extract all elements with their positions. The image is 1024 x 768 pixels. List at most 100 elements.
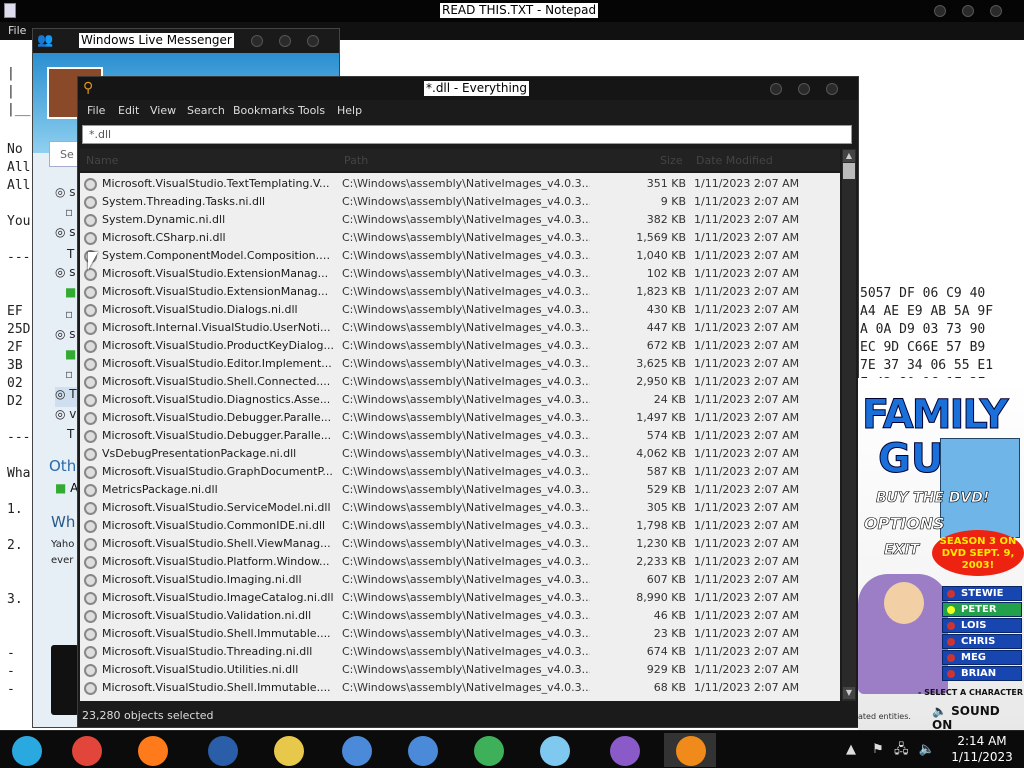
scroll-down-arrow-icon[interactable]: ▼ bbox=[843, 687, 855, 699]
list-item[interactable]: ▫ bbox=[55, 367, 77, 387]
setup-computer-taskbar-button[interactable] bbox=[396, 733, 448, 767]
table-row[interactable]: Microsoft.VisualStudio.TextTemplating.V.… bbox=[80, 175, 840, 193]
table-row[interactable]: MetricsPackage.ni.dll C:\Windows\assembly… bbox=[80, 481, 840, 499]
table-row[interactable]: Microsoft.VisualStudio.Debugger.Paralle.… bbox=[80, 409, 840, 427]
table-row[interactable]: Microsoft.VisualStudio.CommonIDE.ni.dll C… bbox=[80, 517, 840, 535]
table-row[interactable]: Microsoft.VisualStudio.Platform.Window..… bbox=[80, 553, 840, 571]
menu-bookmarks[interactable]: Bookmarks bbox=[233, 104, 294, 117]
table-row[interactable]: Microsoft.VisualStudio.ImageCatalog.ni.d… bbox=[80, 589, 840, 607]
volume-icon[interactable]: 🔈 bbox=[919, 742, 935, 757]
list-item[interactable]: ■ bbox=[55, 347, 77, 367]
scroll-up-arrow-icon[interactable]: ▲ bbox=[843, 150, 855, 162]
file-explorer-taskbar-button[interactable] bbox=[262, 733, 314, 767]
menu-tools[interactable]: Tools bbox=[298, 104, 325, 117]
column-name[interactable]: Name bbox=[86, 154, 118, 167]
everything-search-taskbar-button[interactable] bbox=[664, 733, 716, 767]
menu-help[interactable]: Help bbox=[337, 104, 362, 117]
minimize-button[interactable] bbox=[251, 35, 263, 47]
ad-buy-text[interactable]: BUY THE DVD! bbox=[876, 490, 990, 507]
obama-logo-taskbar-button[interactable] bbox=[196, 733, 248, 767]
list-item[interactable]: ■ bbox=[55, 285, 77, 307]
search-input[interactable]: Se bbox=[49, 141, 79, 167]
menu-file[interactable]: File bbox=[87, 104, 105, 117]
list-item[interactable]: ◎ s bbox=[55, 225, 77, 247]
list-item[interactable]: ▫ bbox=[55, 307, 77, 327]
show-hidden-icons-icon[interactable]: ▲ bbox=[846, 742, 856, 757]
table-row[interactable]: System.Dynamic.ni.dll C:\Windows\assembly… bbox=[80, 211, 840, 229]
table-row[interactable]: System.Threading.Tasks.ni.dll C:\Windows\… bbox=[80, 193, 840, 211]
notepad-taskbar-button[interactable] bbox=[528, 733, 580, 767]
table-row[interactable]: VsDebugPresentationPackage.ni.dll C:\Wind… bbox=[80, 445, 840, 463]
minimize-button[interactable] bbox=[934, 5, 946, 17]
table-row[interactable]: Microsoft.VisualStudio.Imaging.ni.dll C:\… bbox=[80, 571, 840, 589]
table-row[interactable]: Microsoft.Internal.VisualStudio.UserNoti… bbox=[80, 319, 840, 337]
table-row[interactable]: Microsoft.VisualStudio.Debugger.Paralle.… bbox=[80, 427, 840, 445]
character-lois[interactable]: LOIS bbox=[942, 618, 1022, 633]
family-guy-ad[interactable]: FAMILY GUY BUY THE DVD! OPTIONS EXIT SEA… bbox=[858, 378, 1024, 732]
family-guy-taskbar-button[interactable] bbox=[598, 733, 650, 767]
everything-titlebar[interactable]: ⚲ *.dll - Everything bbox=[78, 77, 858, 100]
notepad-titlebar[interactable]: READ THIS.TXT - Notepad bbox=[0, 0, 1024, 22]
list-item[interactable]: T bbox=[55, 427, 77, 447]
maximize-button[interactable] bbox=[798, 83, 810, 95]
menu-view[interactable]: View bbox=[150, 104, 176, 117]
list-item[interactable]: T bbox=[55, 247, 77, 265]
windows-start-taskbar-button[interactable] bbox=[0, 733, 52, 767]
table-row[interactable]: Microsoft.VisualStudio.Diagnostics.Asse.… bbox=[80, 391, 840, 409]
table-row[interactable]: Microsoft.VisualStudio.GraphDocumentP...… bbox=[80, 463, 840, 481]
close-button[interactable] bbox=[990, 5, 1002, 17]
menu-search[interactable]: Search bbox=[187, 104, 225, 117]
clock[interactable]: 2:14 AM 1/11/2023 bbox=[948, 733, 1016, 765]
messenger-titlebar[interactable]: 👥 Windows Live Messenger bbox=[33, 29, 339, 53]
scroll-thumb[interactable] bbox=[843, 163, 855, 179]
list-item[interactable]: ▫ bbox=[55, 205, 77, 225]
sound-toggle[interactable]: 🔈 SOUND ON bbox=[932, 704, 1024, 732]
table-row[interactable]: Microsoft.CSharp.ni.dll C:\Windows\assemb… bbox=[80, 229, 840, 247]
flag-icon[interactable]: ⚑ bbox=[872, 742, 884, 757]
character-stewie[interactable]: STEWIE bbox=[942, 586, 1022, 601]
messenger-people-taskbar-button[interactable] bbox=[462, 733, 514, 767]
table-row[interactable]: Microsoft.VisualStudio.Shell.Connected..… bbox=[80, 373, 840, 391]
table-row[interactable]: Microsoft.VisualStudio.ProductKeyDialog.… bbox=[80, 337, 840, 355]
results-list[interactable]: Microsoft.VisualStudio.TextTemplating.V.… bbox=[80, 173, 840, 701]
table-row[interactable]: Microsoft.VisualStudio.Threading.ni.dll C… bbox=[80, 643, 840, 661]
list-item[interactable]: ◎ s bbox=[55, 185, 77, 205]
close-button[interactable] bbox=[826, 83, 838, 95]
ad-exit-button[interactable]: EXIT bbox=[884, 542, 920, 559]
vertical-scrollbar[interactable]: ▲ ▼ bbox=[842, 149, 856, 701]
column-date[interactable]: Date Modified bbox=[696, 154, 773, 167]
list-item[interactable]: ◎ T bbox=[55, 387, 77, 407]
table-row[interactable]: Microsoft.VisualStudio.Shell.ViewManag..… bbox=[80, 535, 840, 553]
table-row[interactable]: Microsoft.VisualStudio.Dialogs.ni.dll C:\… bbox=[80, 301, 840, 319]
ad-options-button[interactable]: OPTIONS bbox=[864, 514, 945, 534]
table-row[interactable]: Microsoft.VisualStudio.Utilities.ni.dll C… bbox=[80, 661, 840, 679]
menu-edit[interactable]: Edit bbox=[118, 104, 139, 117]
table-row[interactable]: Microsoft.VisualStudio.ServiceModel.ni.d… bbox=[80, 499, 840, 517]
table-row[interactable]: Microsoft.VisualStudio.Validation.ni.dll… bbox=[80, 607, 840, 625]
firefox-taskbar-button[interactable] bbox=[126, 733, 178, 767]
character-peter[interactable]: PETER bbox=[942, 602, 1022, 617]
close-button[interactable] bbox=[307, 35, 319, 47]
list-item[interactable]: ■ A bbox=[55, 481, 78, 495]
table-row[interactable]: Microsoft.VisualStudio.Shell.Immutable..… bbox=[80, 679, 840, 697]
table-row[interactable]: System.ComponentModel.Composition.ni... C… bbox=[80, 247, 840, 265]
table-row[interactable]: Microsoft.VisualStudio.Shell.Immutable..… bbox=[80, 625, 840, 643]
character-meg[interactable]: MEG bbox=[942, 650, 1022, 665]
list-item[interactable]: ◎ v bbox=[55, 407, 77, 427]
search-input[interactable]: *.dll bbox=[82, 125, 852, 144]
character-brian[interactable]: BRIAN bbox=[942, 666, 1022, 681]
table-row[interactable]: Microsoft.VisualStudio.Editor.Implement.… bbox=[80, 355, 840, 373]
minimize-button[interactable] bbox=[770, 83, 782, 95]
column-path[interactable]: Path bbox=[344, 154, 368, 167]
menu-file[interactable]: File bbox=[8, 24, 26, 37]
table-row[interactable]: Microsoft.VisualStudio.ExtensionManag...… bbox=[80, 283, 840, 301]
column-size[interactable]: Size bbox=[660, 154, 683, 167]
network-icon[interactable]: 🖧 bbox=[894, 742, 909, 757]
table-row[interactable]: Microsoft.VisualStudio.ExtensionManag...… bbox=[80, 265, 840, 283]
list-item[interactable]: ◎ s bbox=[55, 327, 77, 347]
list-item[interactable]: ◎ s bbox=[55, 265, 77, 285]
character-chris[interactable]: CHRIS bbox=[942, 634, 1022, 649]
setup-computer-taskbar-button[interactable] bbox=[330, 733, 382, 767]
maximize-button[interactable] bbox=[962, 5, 974, 17]
ad-thumbnail[interactable] bbox=[51, 645, 79, 715]
